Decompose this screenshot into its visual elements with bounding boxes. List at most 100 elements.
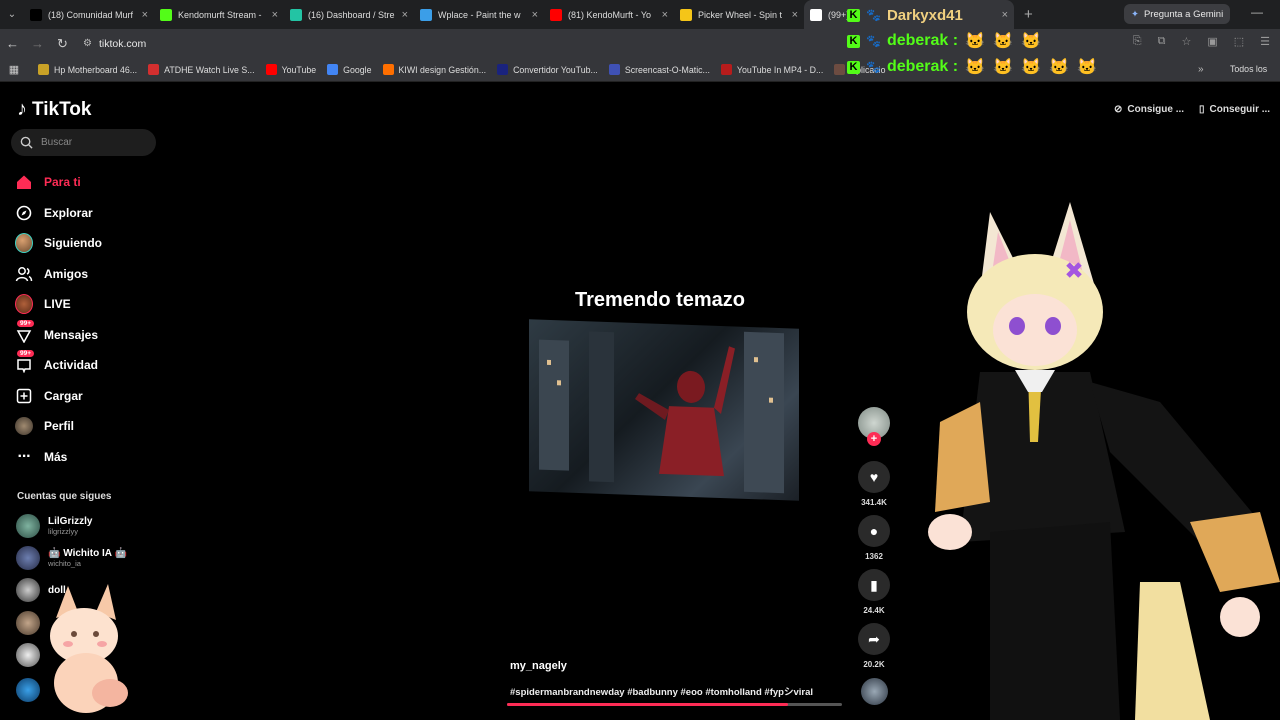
nav-item-para-ti[interactable]: Para ti: [15, 167, 165, 198]
video-player[interactable]: [529, 319, 799, 501]
author-avatar[interactable]: +: [858, 407, 890, 446]
video-progress-bar[interactable]: [507, 703, 842, 706]
url-text: tiktok.com: [98, 37, 147, 50]
avatar: [16, 611, 40, 635]
bookmark-item[interactable]: Screencast-O-Matic...: [608, 64, 710, 75]
nav-item-cargar[interactable]: Cargar: [15, 381, 165, 412]
url-field[interactable]: ⚙ tiktok.com: [83, 38, 146, 50]
home-icon: [15, 173, 33, 191]
nav-item-live[interactable]: LIVE: [15, 289, 165, 320]
friends-icon: [15, 265, 33, 283]
messages-badge: 99+: [17, 319, 35, 327]
heart-icon: ♥: [869, 469, 879, 485]
music-disc-icon[interactable]: [861, 678, 888, 705]
browser-tab[interactable]: (81) KendoMurft - Yo ×: [544, 0, 674, 29]
apps-grid-icon[interactable]: ▦: [0, 63, 28, 76]
get-coins-button[interactable]: ⊘ Consigue ...: [1114, 104, 1184, 115]
close-tab-icon[interactable]: ×: [532, 9, 538, 21]
browser-tab[interactable]: (18) Comunidad Murf ×: [24, 0, 154, 29]
browser-tab[interactable]: Wplace - Paint the w ×: [414, 0, 544, 29]
nav-item-amigos[interactable]: Amigos: [15, 259, 165, 290]
chat-message: K 🐾 Darkyxd41: [847, 2, 1197, 28]
activity-badge: 99+: [17, 350, 35, 358]
kick-icon: K: [847, 34, 860, 48]
reload-button[interactable]: ↻: [50, 36, 75, 52]
nav-item-mensajes[interactable]: 99+ Mensajes: [15, 319, 165, 351]
following-account[interactable]: [16, 643, 40, 667]
stream-chat-overlay: K 🐾 Darkyxd41 K 🐾 deberak : 🐱 🐱 🐱 K 🐾 de…: [847, 2, 1197, 80]
back-button[interactable]: ←: [0, 36, 25, 51]
bookmark-item[interactable]: Hp Motherboard 46...: [38, 64, 137, 75]
video-author[interactable]: my_nagely: [510, 660, 567, 672]
bookmark-item[interactable]: Convertidor YouTub...: [497, 64, 598, 75]
nav-label: Para ti: [44, 175, 81, 190]
site-info-icon[interactable]: ⚙: [83, 38, 92, 49]
get-app-button[interactable]: ▯ Conseguir ...: [1199, 104, 1270, 115]
search-input[interactable]: Buscar: [11, 129, 156, 156]
tab-title: Picker Wheel - Spin t: [698, 9, 783, 20]
bookmark-favicon-icon: [720, 64, 732, 75]
bookmark-item[interactable]: ATDHE Watch Live S...: [148, 64, 255, 75]
nav-label: Mensajes: [44, 327, 99, 342]
close-tab-icon[interactable]: ×: [272, 9, 278, 21]
close-tab-icon[interactable]: ×: [792, 9, 798, 21]
bookmark-favicon-icon: [38, 64, 49, 75]
forward-button[interactable]: →: [25, 36, 50, 51]
bookmark-item[interactable]: KIWI design Gestión...: [382, 64, 487, 75]
bookmark-label: Google: [343, 64, 372, 75]
extensions-puzzle-icon[interactable]: ⬚: [1234, 35, 1244, 48]
cat-emote-icon: 🐱: [965, 33, 986, 50]
bookmark-item[interactable]: YouTube: [265, 64, 316, 75]
video-frame: [539, 331, 784, 494]
save-button[interactable]: ▮: [858, 569, 890, 601]
paw-badge-icon: 🐾: [866, 8, 881, 22]
close-tab-icon[interactable]: ×: [142, 9, 148, 21]
bookmark-label: ATDHE Watch Live S...: [164, 64, 255, 75]
like-button[interactable]: ♥: [858, 461, 890, 493]
activity-icon: 99+: [15, 350, 35, 374]
follow-plus-icon[interactable]: +: [867, 432, 881, 446]
nav-item-mas[interactable]: ··· Más: [15, 442, 165, 473]
close-tab-icon[interactable]: ×: [402, 9, 408, 21]
tiktok-logo[interactable]: ♪ TikTok: [17, 98, 91, 121]
browser-tab[interactable]: Picker Wheel - Spin t ×: [674, 0, 804, 29]
bookmark-item[interactable]: Google: [327, 64, 372, 75]
chat-username: deberak :: [886, 32, 959, 49]
nav-label: Cargar: [44, 388, 83, 403]
tab-search-button[interactable]: ⌄: [0, 0, 24, 29]
paw-badge-icon: 🐾: [866, 60, 881, 74]
get-app-label: Conseguir ...: [1209, 104, 1271, 115]
nav-item-perfil[interactable]: Perfil: [15, 411, 165, 442]
nav-item-actividad[interactable]: 99+ Actividad: [15, 350, 165, 381]
all-bookmarks-link[interactable]: Todos los: [1230, 64, 1267, 74]
following-account[interactable]: 🤖 Wichito IA 🤖 wichito_ia: [16, 546, 127, 570]
video-hashtags[interactable]: #spidermanbrandnewday #badbunny #eoo #to…: [510, 684, 813, 698]
nav-item-siguiendo[interactable]: Siguiendo: [15, 228, 165, 259]
bookmark-item[interactable]: YouTube In MP4 - D...: [720, 64, 823, 75]
minimize-button[interactable]: —: [1251, 5, 1263, 19]
video-caption-overlay: Tremendo temazo: [574, 289, 746, 311]
following-account[interactable]: [16, 678, 40, 702]
following-account[interactable]: LilGrizzly lilgrizzlyy: [16, 514, 92, 538]
extension-icon[interactable]: ▣: [1207, 35, 1217, 48]
nav-label: Perfil: [44, 419, 75, 434]
comment-button[interactable]: ●: [858, 515, 890, 547]
browser-tab[interactable]: Kendomurft Stream - ×: [154, 0, 284, 29]
bookmark-label: KIWI design Gestión...: [398, 64, 487, 75]
cat-emote-icon: 🐱: [1021, 59, 1042, 76]
share-button[interactable]: ➦: [858, 623, 890, 655]
comment-icon: ●: [869, 523, 879, 539]
following-account[interactable]: [16, 611, 40, 635]
bookmark-favicon-icon: [834, 64, 846, 75]
bookmarks-overflow-button[interactable]: »: [1198, 64, 1204, 75]
kick-icon: K: [847, 8, 860, 22]
cat-emote-icon: 🐱: [1021, 33, 1042, 50]
tab-title: (16) Dashboard / Stre: [308, 9, 395, 20]
close-tab-icon[interactable]: ×: [662, 9, 668, 21]
live-avatar-icon: [15, 294, 33, 315]
nav-item-explorar[interactable]: Explorar: [15, 198, 165, 229]
menu-icon[interactable]: ☰: [1260, 35, 1270, 48]
share-count: 20.2K: [863, 660, 885, 669]
chat-message: K 🐾 deberak : 🐱 🐱 🐱 🐱 🐱: [847, 54, 1197, 80]
browser-tab[interactable]: (16) Dashboard / Stre ×: [284, 0, 414, 29]
